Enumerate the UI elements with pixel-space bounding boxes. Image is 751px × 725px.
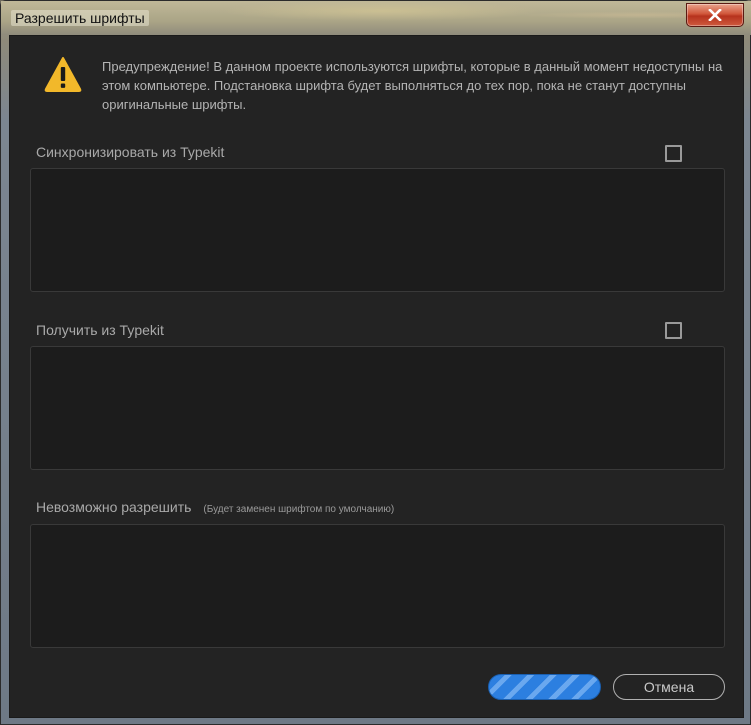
unresolved-font-list[interactable] [30,524,725,648]
warning-message: Предупреждение! В данном проекте использ… [102,59,723,112]
close-button[interactable] [686,3,744,27]
dialog-body: Предупреждение! В данном проекте использ… [9,35,744,718]
section-label-sync: Синхронизировать из Typekit [36,144,225,160]
unresolved-label: Невозможно разрешить [36,499,192,515]
get-checkbox[interactable] [665,322,682,339]
section-label-unresolved: Невозможно разрешить (Будет заменен шрифт… [36,499,394,515]
cancel-button[interactable]: Отмена [613,674,725,700]
get-font-list[interactable] [30,346,725,470]
window-title: Разрешить шрифты [11,10,149,26]
warning-icon [44,57,82,92]
ok-button[interactable] [488,674,601,700]
unresolved-note: (Будет заменен шрифтом по умолчанию) [203,504,395,515]
close-icon [708,9,722,21]
title-bar[interactable]: Разрешить шрифты [1,1,751,35]
dialog-window: Разрешить шрифты Предупреждение! В данно… [0,0,751,725]
section-label-get: Получить из Typekit [36,322,164,338]
sync-checkbox[interactable] [665,145,682,162]
sync-font-list[interactable] [30,168,725,292]
